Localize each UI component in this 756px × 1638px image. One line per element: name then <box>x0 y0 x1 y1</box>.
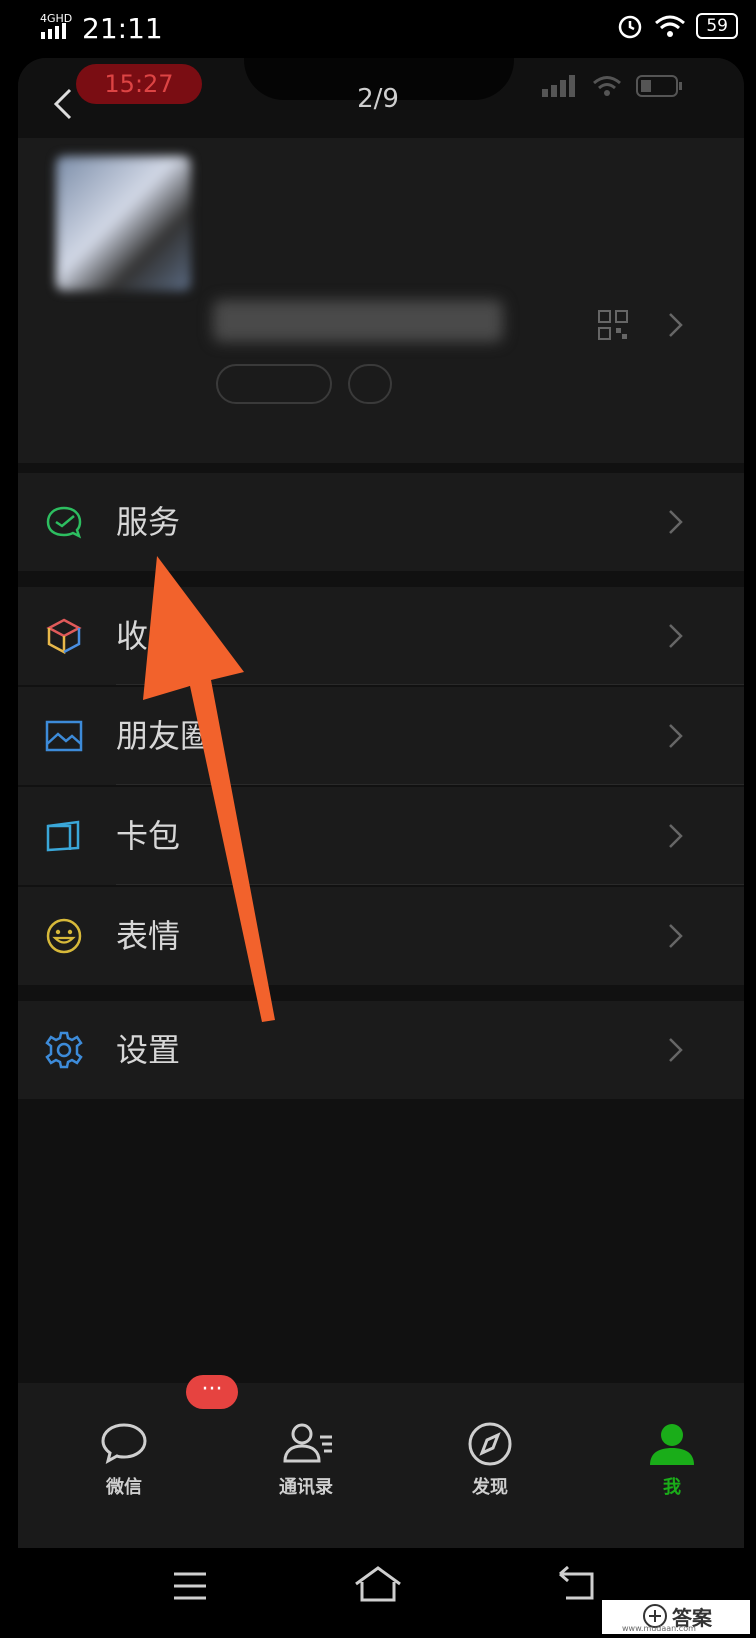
watermark-logo: 答案 www.mudaan.com <box>602 1600 750 1634</box>
tab-label: 我 <box>663 1477 681 1498</box>
outer-status-right: 59 <box>616 12 738 40</box>
divider <box>116 884 744 885</box>
blurred-nickname <box>213 300 503 342</box>
svg-text:4GHD: 4GHD <box>40 12 72 25</box>
chevron-right-icon <box>666 310 686 344</box>
menu-lines-icon[interactable] <box>170 1566 210 1606</box>
chevron-right-icon <box>669 724 683 748</box>
inner-status-icons <box>542 74 684 98</box>
recorded-screen: 15:27 2/9 服务 收 朋友圈 卡包 表情 设置 微信 ··· 通讯录 发… <box>18 58 744 1548</box>
tab-discover[interactable]: 发现 <box>430 1383 550 1498</box>
chevron-right-icon <box>669 824 683 848</box>
menu-row-favorites[interactable]: 收 <box>18 587 744 685</box>
inner-status-bar: 15:27 2/9 <box>18 58 744 138</box>
back-button[interactable] <box>48 84 78 124</box>
compass-icon <box>468 1422 512 1466</box>
back-return-icon[interactable] <box>556 1564 600 1608</box>
menu-row-card-wallet[interactable]: 卡包 <box>18 787 744 885</box>
chevron-right-icon <box>669 510 683 534</box>
unread-badge: ··· <box>186 1375 238 1409</box>
status-chip-more[interactable] <box>348 364 392 404</box>
row-label: 服务 <box>116 503 181 541</box>
watermark-subtext: www.mudaan.com <box>622 1624 696 1633</box>
card-wallet-icon <box>46 820 80 852</box>
row-label: 收 <box>116 617 149 655</box>
tab-chats[interactable]: 微信 ··· <box>64 1375 238 1498</box>
alarm-icon <box>619 15 642 39</box>
chevron-left-icon <box>53 88 72 120</box>
bottom-tab-bar: 微信 ··· 通讯录 发现 我 <box>18 1375 744 1548</box>
settings-gear-icon <box>45 1031 83 1069</box>
menu-row-service[interactable]: 服务 <box>18 473 744 571</box>
row-label: 卡包 <box>116 817 181 855</box>
outer-status-bar: 4GHD 21:11 59 <box>0 0 756 58</box>
divider <box>116 784 744 785</box>
battery-icon <box>636 75 682 97</box>
person-icon <box>650 1424 694 1465</box>
chevron-right-icon <box>669 924 683 948</box>
menu-row-moments[interactable]: 朋友圈 <box>18 687 744 785</box>
tab-me[interactable]: 我 <box>612 1383 732 1498</box>
qr-code-icon[interactable] <box>598 310 628 344</box>
tab-contacts[interactable]: 通讯录 <box>246 1383 366 1498</box>
home-icon[interactable] <box>352 1564 404 1608</box>
emoji-smile-icon <box>46 918 82 954</box>
chevron-right-icon <box>669 624 683 648</box>
wifi-icon <box>655 15 686 37</box>
wechat-pay-icon <box>46 506 82 539</box>
moments-image-icon <box>45 720 83 752</box>
chevron-right-icon <box>669 1038 683 1062</box>
divider <box>116 684 744 685</box>
tab-label: 微信 <box>106 1477 142 1498</box>
tab-label: 发现 <box>472 1477 508 1498</box>
menu-row-settings[interactable]: 设置 <box>18 1001 744 1099</box>
cellular-signal-icon: 4GHD <box>40 12 74 46</box>
row-label: 朋友圈 <box>116 717 213 755</box>
avatar[interactable] <box>56 156 191 291</box>
tab-label: 通讯录 <box>279 1477 333 1498</box>
inner-time-pill: 15:27 <box>76 64 202 104</box>
wifi-icon <box>593 76 621 96</box>
chat-bubble-icon <box>101 1423 147 1464</box>
page-counter: 2/9 <box>357 84 399 114</box>
status-chip[interactable] <box>216 364 332 404</box>
signal-bars-icon <box>542 75 575 97</box>
battery-level: 59 <box>696 13 738 39</box>
menu-row-stickers[interactable]: 表情 <box>18 887 744 985</box>
row-label: 设置 <box>116 1031 181 1069</box>
row-label: 表情 <box>116 917 181 955</box>
contacts-icon <box>283 1423 332 1463</box>
favorites-cube-icon <box>46 618 82 655</box>
status-time: 21:11 <box>82 12 163 45</box>
